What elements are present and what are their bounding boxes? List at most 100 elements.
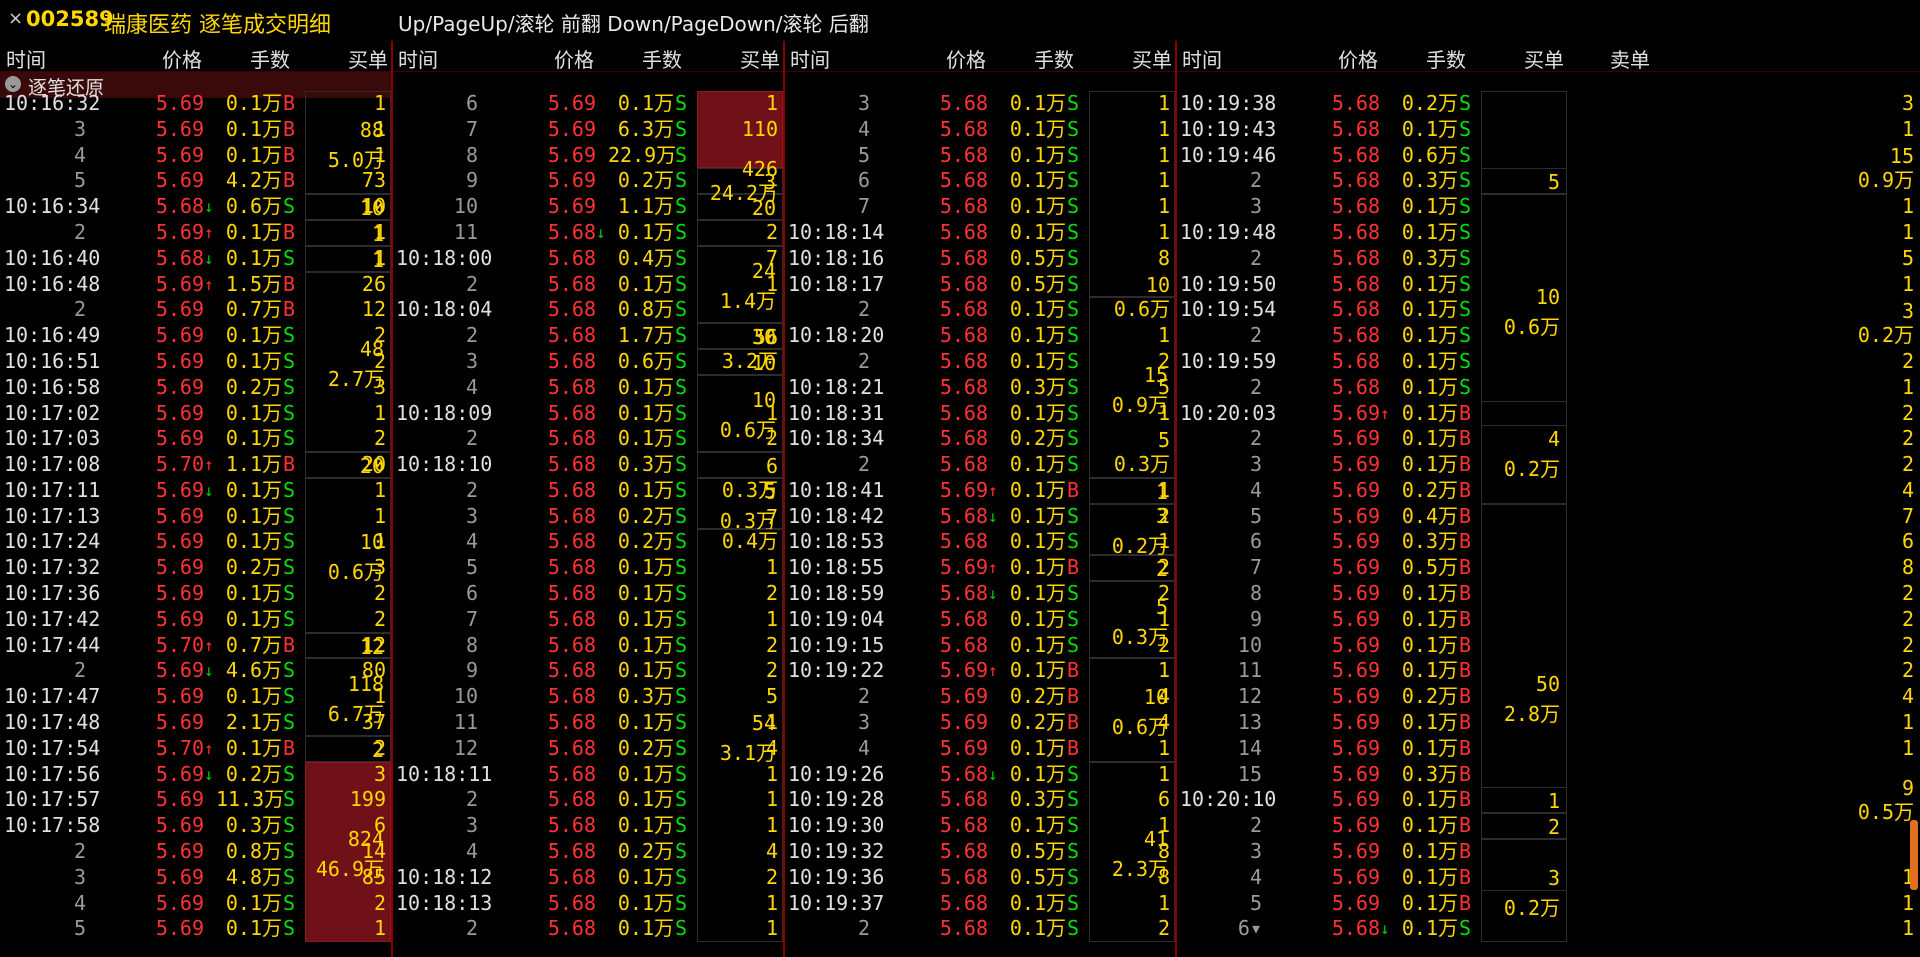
trade-row[interactable]: 10:19:43 5.68 0.1万 S 1 <box>1176 117 1920 142</box>
trade-row[interactable]: 10:19:32 5.68 0.5万 S 8 <box>784 839 1176 864</box>
trade-row[interactable]: 3 5.69 0.1万 B <box>1176 839 1920 864</box>
trade-row[interactable]: 11 5.68 ↓ 0.1万 S 2 <box>392 220 784 245</box>
trade-row[interactable]: 10:18:10 5.68 0.3万 S <box>392 452 784 477</box>
trade-row[interactable]: 10:18:59 5.68 ↓ 0.1万 S 2 <box>784 581 1176 606</box>
trade-row[interactable]: 5 5.68 0.1万 S 1 <box>784 143 1176 168</box>
trade-row[interactable]: 10:18:11 5.68 0.1万 S 1 <box>392 762 784 787</box>
trade-row[interactable]: 3 5.68 0.1万 S 1 <box>392 813 784 838</box>
trade-row[interactable]: 10:19:36 5.68 0.5万 S 8 <box>784 865 1176 890</box>
trade-row[interactable]: 10:19:30 5.68 0.1万 S 1 <box>784 813 1176 838</box>
trade-row[interactable]: 2 5.69 0.1万 B 2 <box>1176 426 1920 451</box>
trade-row[interactable]: 10:18:04 5.68 0.8万 S <box>392 297 784 322</box>
trade-row[interactable]: 10:18:31 5.68 0.1万 S 1 <box>784 401 1176 426</box>
trade-row[interactable]: 3 5.69 0.1万 B 1 <box>0 117 392 142</box>
trade-row[interactable]: 6▾ 5.68 ↓ 0.1万 S 1 <box>1176 916 1920 941</box>
trade-row[interactable]: 10:17:24 5.69 0.1万 S 1 <box>0 529 392 554</box>
trade-row[interactable]: 9 5.69 0.2万 S <box>392 168 784 193</box>
trade-row[interactable]: 10:19:50 5.68 0.1万 S 1 <box>1176 272 1920 297</box>
trade-row[interactable]: 10:18:13 5.68 0.1万 S 1 <box>392 891 784 916</box>
trade-row[interactable]: 2 5.68 0.1万 S 1 <box>1176 375 1920 400</box>
trade-row[interactable]: 2 5.68 0.1万 S 1 <box>392 787 784 812</box>
trade-row[interactable]: 10:18:00 5.68 0.4万 S 7 <box>392 246 784 271</box>
trade-row[interactable]: 10:16:34 5.68 ↓ 0.6万 S 10 <box>0 194 392 219</box>
trade-row[interactable]: 9 5.69 0.1万 B 2 <box>1176 607 1920 632</box>
trade-row[interactable]: 10:17:11 5.69 ↓ 0.1万 S 1 <box>0 478 392 503</box>
trade-row[interactable]: 10:19:38 5.68 0.2万 S 3 <box>1176 91 1920 116</box>
trade-row[interactable]: 10:20:10 5.69 0.1万 B <box>1176 787 1920 812</box>
trade-row[interactable]: 2 5.68 0.1万 S <box>1176 323 1920 348</box>
trade-row[interactable]: 10:19:48 5.68 0.1万 S 1 <box>1176 220 1920 245</box>
trade-row[interactable]: 2 5.68 0.1万 S 2 <box>784 916 1176 941</box>
chevron-down-icon[interactable]: ⌄ <box>5 76 21 92</box>
trade-row[interactable]: 10:17:56 5.69 ↓ 0.2万 S 3 <box>0 762 392 787</box>
trade-row[interactable]: 3 5.69 0.2万 B 4 <box>784 710 1176 735</box>
trade-row[interactable]: 10:18:20 5.68 0.1万 S 1 <box>784 323 1176 348</box>
trade-row[interactable]: 7 5.69 0.5万 B 8 <box>1176 555 1920 580</box>
trade-row[interactable]: 10:19:26 5.68 ↓ 0.1万 S 1 <box>784 762 1176 787</box>
trade-row[interactable]: 4 5.68 0.2万 S 4 <box>392 839 784 864</box>
trade-row[interactable]: 2 5.68 1.7万 S <box>392 323 784 348</box>
trade-row[interactable]: 10:18:12 5.68 0.1万 S 2 <box>392 865 784 890</box>
trade-row[interactable]: 2 5.68 0.3万 S <box>1176 168 1920 193</box>
trade-row[interactable]: 10:18:09 5.68 0.1万 S 1 <box>392 401 784 426</box>
trade-row[interactable]: 2 5.69 ↓ 4.6万 S 80 <box>0 658 392 683</box>
trade-row[interactable]: 10:19:54 5.68 0.1万 S <box>1176 297 1920 322</box>
trade-row[interactable]: 6 5.68 0.1万 S 1 <box>784 168 1176 193</box>
trade-row[interactable]: 4 5.69 0.1万 B 1 <box>1176 865 1920 890</box>
trade-row[interactable]: 2 5.68 0.1万 S <box>784 452 1176 477</box>
trade-row[interactable]: 2 5.69 ↑ 0.1万 B 1 <box>0 220 392 245</box>
trade-row[interactable]: 10:18:17 5.68 0.5万 S <box>784 272 1176 297</box>
trade-row[interactable]: 10:19:04 5.68 0.1万 S 1 <box>784 607 1176 632</box>
trade-row[interactable]: 11 5.69 0.1万 B 2 <box>1176 658 1920 683</box>
trade-row[interactable]: 12 5.69 0.2万 B 4 <box>1176 684 1920 709</box>
trade-row[interactable]: 4 5.69 0.1万 B 1 <box>0 143 392 168</box>
trade-row[interactable]: 3 5.68 0.1万 S 1 <box>784 91 1176 116</box>
trade-row[interactable]: 10:17:13 5.69 0.1万 S 1 <box>0 504 392 529</box>
trade-row[interactable]: 10 5.69 1.1万 S <box>392 194 784 219</box>
trade-row[interactable]: 6 5.68 0.1万 S 2 <box>392 581 784 606</box>
trade-row[interactable]: 10:16:58 5.69 0.2万 S 3 <box>0 375 392 400</box>
trade-row[interactable]: 4 5.68 0.2万 S <box>392 529 784 554</box>
trade-row[interactable]: 2 5.69 0.8万 S 14 <box>0 839 392 864</box>
trade-row[interactable]: 2 5.69 0.1万 B <box>1176 813 1920 838</box>
trade-row[interactable]: 10:17:42 5.69 0.1万 S 2 <box>0 607 392 632</box>
trade-row[interactable]: 10 5.68 0.3万 S 5 <box>392 684 784 709</box>
trade-row[interactable]: 4 5.69 0.2万 B 4 <box>1176 478 1920 503</box>
trade-row[interactable]: 10:19:59 5.68 0.1万 S 2 <box>1176 349 1920 374</box>
trade-row[interactable]: 10:18:42 5.68 ↓ 0.1万 S 2 <box>784 504 1176 529</box>
trade-row[interactable]: 2 5.68 0.1万 S 1 <box>392 272 784 297</box>
trade-row[interactable]: 10:17:32 5.69 0.2万 S 3 <box>0 555 392 580</box>
trade-row[interactable]: 15 5.69 0.3万 B <box>1176 762 1920 787</box>
trade-row[interactable]: 7 5.68 0.1万 S 1 <box>784 194 1176 219</box>
trade-row[interactable]: 7 5.69 6.3万 S 110 <box>392 117 784 142</box>
trade-row[interactable]: 10:18:14 5.68 0.1万 S 1 <box>784 220 1176 245</box>
trade-row[interactable]: 10:16:32 5.69 0.1万 B 1 <box>0 91 392 116</box>
trade-row[interactable]: 10:17:48 5.69 2.1万 S 37 <box>0 710 392 735</box>
trade-row[interactable]: 10:17:03 5.69 0.1万 S 2 <box>0 426 392 451</box>
scrollbar-thumb[interactable] <box>1910 820 1918 890</box>
trade-row[interactable]: 10:16:49 5.69 0.1万 S 2 <box>0 323 392 348</box>
trade-row[interactable]: 9 5.68 0.1万 S 2 <box>392 658 784 683</box>
trade-row[interactable]: 10:17:54 5.70 ↑ 0.1万 B 2 <box>0 736 392 761</box>
trade-row[interactable]: 6 5.69 0.3万 B 6 <box>1176 529 1920 554</box>
trade-row[interactable]: 10:18:34 5.68 0.2万 S <box>784 426 1176 451</box>
trade-row[interactable]: 8 5.68 0.1万 S 2 <box>392 633 784 658</box>
trade-row[interactable]: 10:16:40 5.68 ↓ 0.1万 S 1 <box>0 246 392 271</box>
trade-row[interactable]: 3 5.68 0.6万 S <box>392 349 784 374</box>
trade-row[interactable]: 3 5.69 4.8万 S 85 <box>0 865 392 890</box>
trade-row[interactable]: 2 5.68 0.1万 S 2 <box>392 426 784 451</box>
trade-row[interactable]: 6 5.69 0.1万 S 1 <box>392 91 784 116</box>
trade-row[interactable]: 2 5.69 0.7万 B 12 <box>0 297 392 322</box>
trade-row[interactable]: 5 5.69 0.1万 S 1 <box>0 916 392 941</box>
trade-row[interactable]: 3 5.68 0.1万 S 1 <box>1176 194 1920 219</box>
trade-row[interactable]: 10:19:15 5.68 0.1万 S 2 <box>784 633 1176 658</box>
trade-row[interactable]: 10 5.69 0.1万 B 2 <box>1176 633 1920 658</box>
trade-row[interactable]: 4 5.69 0.1万 S 2 <box>0 891 392 916</box>
trade-row[interactable]: 10:18:16 5.68 0.5万 S 8 <box>784 246 1176 271</box>
trade-row[interactable]: 4 5.68 0.1万 S <box>392 375 784 400</box>
trade-row[interactable]: 2 5.68 0.1万 S <box>784 297 1176 322</box>
trade-row[interactable]: 10:18:21 5.68 0.3万 S 5 <box>784 375 1176 400</box>
trade-row[interactable]: 10:17:44 5.70 ↑ 0.7万 B 12 <box>0 633 392 658</box>
trade-row[interactable]: 10:17:58 5.69 0.3万 S 6 <box>0 813 392 838</box>
trade-row[interactable]: 11 5.68 0.1万 S 1 <box>392 710 784 735</box>
